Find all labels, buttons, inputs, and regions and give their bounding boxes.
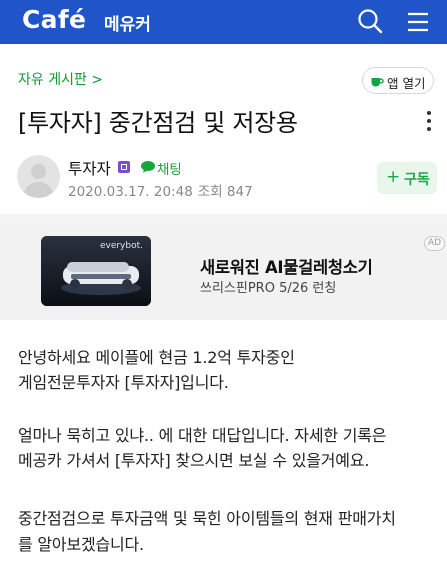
- post-body-line: 게임전문투자자 [투자자]입니다.: [18, 373, 229, 392]
- author-name[interactable]: 투자자: [68, 157, 111, 179]
- ad-product-image[interactable]: everybot.: [41, 236, 151, 306]
- ad-brand: everybot.: [99, 241, 143, 251]
- level-badge-icon: [118, 161, 130, 173]
- app-name[interactable]: 메유커: [104, 10, 151, 35]
- app-open-label: 앱 열기: [387, 76, 426, 91]
- post-meta: 2020.03.17. 20:48 조회 847: [68, 180, 253, 200]
- menu-icon[interactable]: [404, 8, 432, 36]
- chat-icon[interactable]: [140, 160, 156, 174]
- subscribe-label: 구독: [404, 172, 430, 188]
- plus-icon: +: [386, 167, 401, 187]
- post-title: [투자자] 중간점검 및 저장용: [18, 109, 298, 137]
- post-date: 2020.03.17. 20:48: [68, 184, 193, 200]
- ad-subtitle[interactable]: 쓰리스핀PRO 5/26 런칭: [200, 277, 336, 296]
- subscribe-button[interactable]: + 구독: [377, 162, 437, 194]
- section-divider: [0, 214, 447, 222]
- coffee-cup-icon: [371, 78, 384, 87]
- board-link[interactable]: 자유 게시판 >: [18, 69, 103, 89]
- chat-link[interactable]: 채팅: [157, 158, 182, 178]
- avatar[interactable]: [17, 155, 60, 198]
- post-body-line: 안녕하세요 메이플에 현금 1.2억 투자중인: [18, 348, 295, 367]
- search-icon[interactable]: [355, 6, 385, 36]
- ad-badge[interactable]: AD: [424, 236, 445, 251]
- post-body-line: 중간점검으로 투자금액 및 묵힌 아이템들의 현재 판매가치: [18, 509, 396, 528]
- ad-headline[interactable]: 새로워진 AI물걸레청소기: [200, 254, 373, 278]
- more-options-icon[interactable]: [422, 106, 436, 136]
- view-count: 조회 847: [197, 184, 253, 200]
- post-body-line: 메공카 가셔서 [투자자] 찾으시면 보실 수 있을거예요.: [18, 451, 370, 470]
- app-open-button[interactable]: 앱 열기: [362, 67, 434, 94]
- post-body-line: 를 알아보겠습니다.: [18, 535, 144, 554]
- ad-banner[interactable]: everybot. 새로워진 AI물걸레청소기 쓰리스핀PRO 5/26 런칭 …: [0, 222, 447, 320]
- default-avatar-icon: [23, 164, 54, 198]
- cafe-logo[interactable]: Café: [22, 5, 86, 34]
- post-body-line: 얼마나 묵히고 있냐.. 에 대한 대답입니다. 자세한 기록은: [18, 426, 387, 445]
- top-bar: Café 메유커: [0, 0, 447, 44]
